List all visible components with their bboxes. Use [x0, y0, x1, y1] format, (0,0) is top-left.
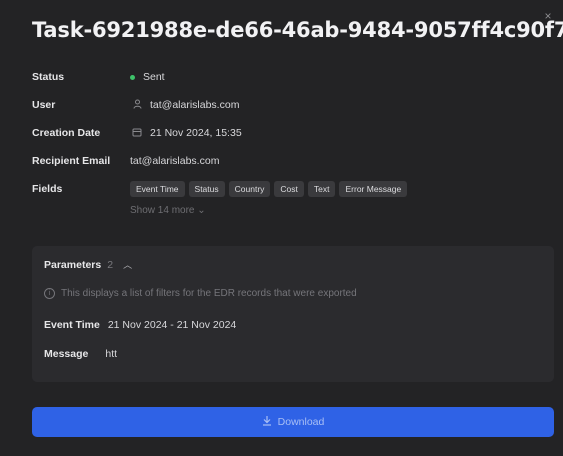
download-icon	[262, 415, 272, 429]
page-title: Task-6921988e-de66-46ab-9484-9057ff4c90f…	[32, 18, 563, 42]
parameters-header[interactable]: Parameters 2 ︿	[44, 258, 542, 271]
fields-row: Fields Event Time Status Country Cost Te…	[32, 175, 553, 203]
parameters-info: i This displays a list of filters for th…	[44, 288, 542, 299]
task-details-modal: × Task-6921988e-de66-46ab-9484-9057ff4c9…	[0, 0, 563, 456]
status-dot-icon	[130, 74, 135, 80]
creation-date-text: 21 Nov 2024, 15:35	[150, 127, 242, 139]
field-tag: Error Message	[339, 181, 408, 197]
status-row: Status Sent	[32, 63, 553, 91]
field-tag: Status	[188, 181, 225, 197]
status-value: Sent	[130, 71, 165, 83]
parameter-row: Event Time 21 Nov 2024 - 21 Nov 2024	[44, 319, 542, 331]
close-icon[interactable]: ×	[541, 9, 555, 23]
task-details: Status Sent User tat@alarislabs.com Crea…	[32, 63, 553, 216]
chevron-down-icon: ⌄	[197, 205, 206, 216]
user-row: User tat@alarislabs.com	[32, 91, 553, 119]
info-icon: i	[44, 288, 55, 299]
status-label: Status	[32, 71, 65, 83]
user-label: User	[32, 99, 56, 111]
field-tag: Country	[228, 181, 271, 197]
creation-date-label: Creation Date	[32, 127, 101, 139]
fields-tags: Event Time Status Country Cost Text Erro…	[130, 181, 408, 197]
creation-date-value: 21 Nov 2024, 15:35	[130, 127, 242, 140]
parameter-value: htt	[105, 348, 118, 360]
field-tag: Event Time	[130, 181, 185, 197]
download-label: Download	[277, 416, 325, 428]
user-value: tat@alarislabs.com	[130, 99, 239, 112]
calendar-icon	[130, 127, 144, 140]
fields-label: Fields	[32, 183, 63, 195]
parameter-label: Event Time	[44, 319, 100, 331]
recipient-email-value: tat@alarislabs.com	[130, 155, 220, 167]
field-tag: Text	[307, 181, 336, 197]
parameter-label: Message	[44, 348, 89, 360]
show-more-label: Show 14 more	[130, 205, 195, 216]
chevron-up-icon[interactable]: ︿	[123, 258, 132, 271]
parameters-info-text: This displays a list of filters for the …	[61, 288, 357, 299]
user-icon	[130, 99, 144, 112]
parameters-title: Parameters	[44, 258, 102, 271]
recipient-email-row: Recipient Email tat@alarislabs.com	[32, 147, 553, 175]
recipient-email-label: Recipient Email	[32, 155, 111, 167]
parameters-panel: Parameters 2 ︿ i This displays a list of…	[32, 246, 554, 382]
status-text: Sent	[143, 71, 165, 83]
creation-date-row: Creation Date 21 Nov 2024, 15:35	[32, 119, 553, 147]
show-more-link[interactable]: Show 14 more ⌄	[130, 205, 553, 216]
field-tag: Cost	[274, 181, 304, 197]
download-button[interactable]: Download	[32, 407, 554, 437]
user-email: tat@alarislabs.com	[150, 99, 240, 111]
parameters-count: 2	[107, 258, 114, 271]
parameter-row: Message htt	[44, 348, 542, 360]
parameter-value: 21 Nov 2024 - 21 Nov 2024	[107, 319, 237, 331]
